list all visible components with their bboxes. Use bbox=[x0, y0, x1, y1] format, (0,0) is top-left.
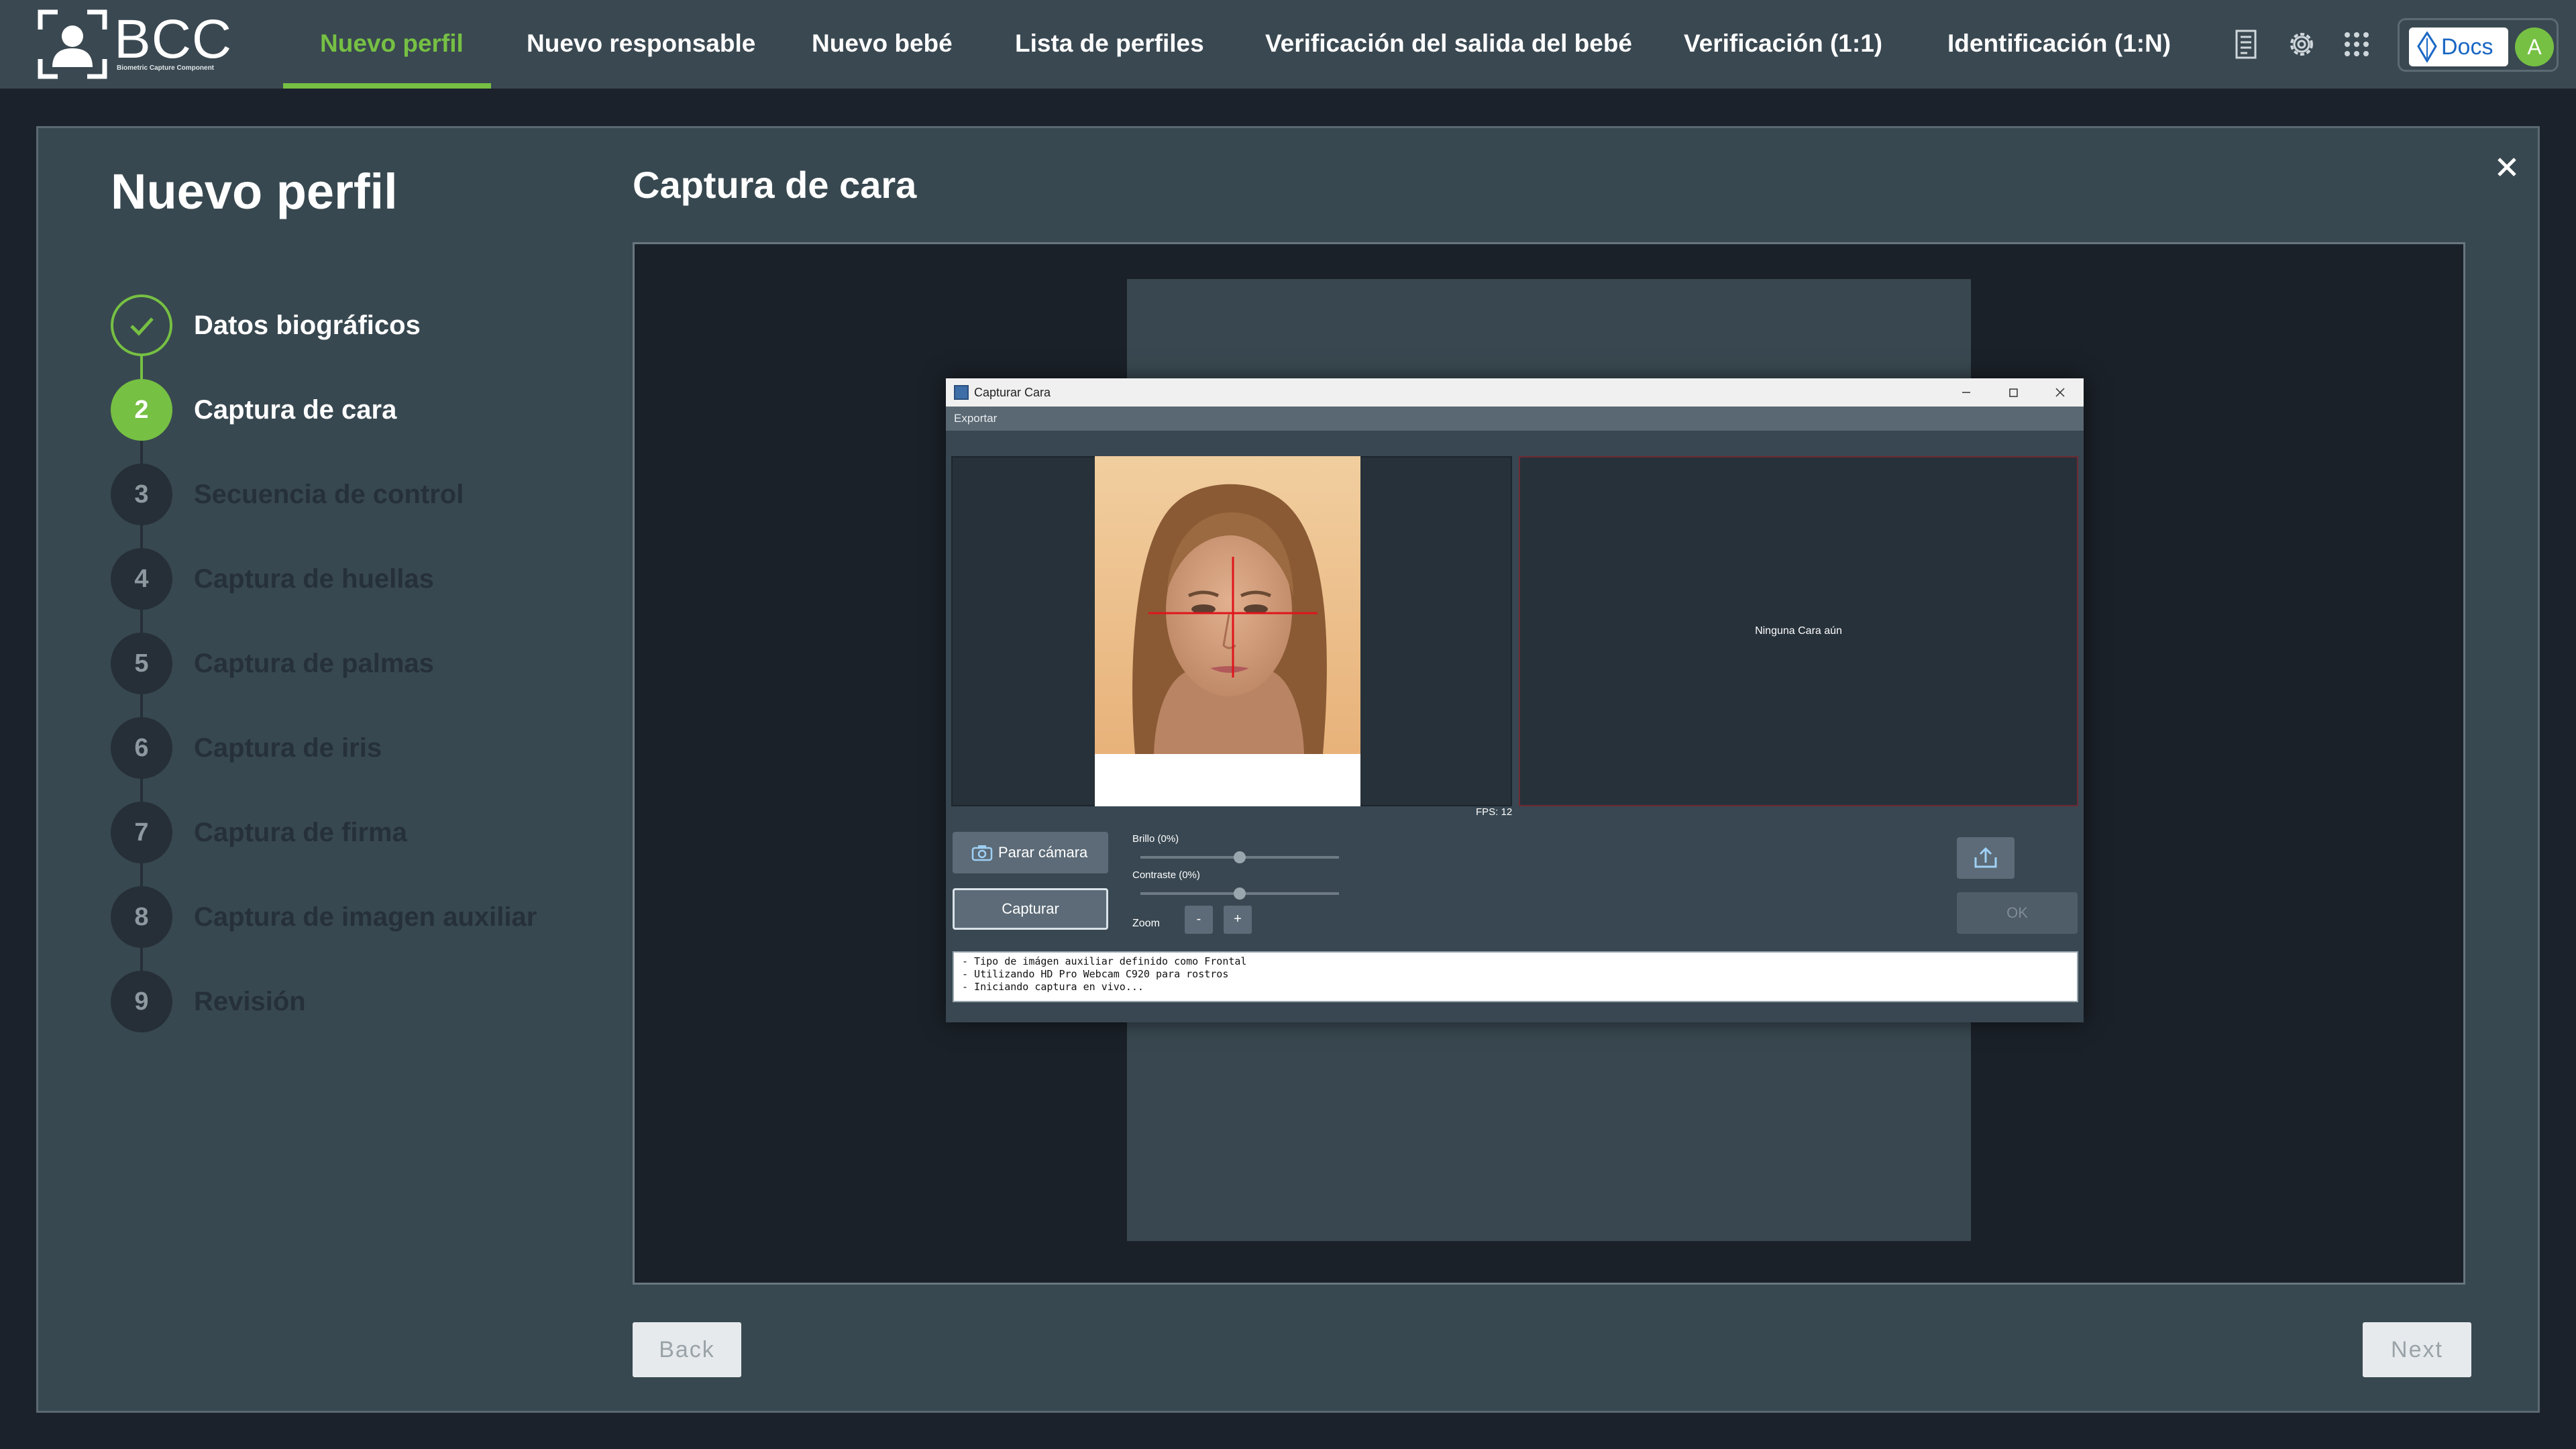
next-button[interactable]: Next bbox=[2363, 1322, 2471, 1377]
window-menubar: Exportar bbox=[946, 407, 2084, 431]
ok-button[interactable]: OK bbox=[1957, 892, 2078, 934]
step-number: 6 bbox=[111, 717, 172, 779]
apps-grid-icon[interactable] bbox=[2339, 27, 2374, 62]
step-label: Secuencia de control bbox=[194, 480, 464, 509]
step-connector bbox=[140, 441, 143, 464]
maximize-icon[interactable] bbox=[1990, 378, 2037, 407]
document-list-icon[interactable] bbox=[2229, 27, 2263, 62]
step-label: Captura de firma bbox=[194, 818, 407, 847]
step-connector bbox=[140, 356, 143, 379]
log-line: - Iniciando captura en vivo... bbox=[962, 981, 1144, 993]
gear-icon[interactable] bbox=[2284, 27, 2319, 62]
camera-icon bbox=[971, 844, 993, 861]
step-label: Revisión bbox=[194, 987, 306, 1016]
nav-lista-de-perfiles[interactable]: Lista de perfiles bbox=[1015, 0, 1204, 89]
step-connector bbox=[140, 694, 143, 717]
zoom-in-button[interactable]: + bbox=[1224, 906, 1252, 934]
top-navigation-bar: BCC Biometric Capture Component Nuevo pe… bbox=[0, 0, 2576, 89]
zoom-out-button[interactable]: - bbox=[1185, 906, 1213, 934]
zoom-label: Zoom bbox=[1132, 918, 1160, 929]
nav-verificacion-1-1[interactable]: Verificación (1:1) bbox=[1684, 0, 1882, 89]
contrast-slider-thumb[interactable] bbox=[1234, 888, 1246, 900]
step-connector bbox=[140, 863, 143, 886]
capture-face-window: Capturar Cara Exportar FPS: 12 Ninguna C… bbox=[946, 378, 2084, 1022]
step-connector bbox=[140, 610, 143, 633]
step-label: Captura de cara bbox=[194, 395, 397, 425]
step-connector bbox=[140, 779, 143, 802]
live-camera-view bbox=[951, 456, 1512, 806]
window-title: Capturar Cara bbox=[974, 386, 1051, 399]
minimize-icon[interactable] bbox=[1943, 378, 1990, 407]
step-label: Captura de huellas bbox=[194, 564, 434, 594]
window-close-icon[interactable] bbox=[2037, 378, 2084, 407]
bcc-logo[interactable]: BCC Biometric Capture Component bbox=[38, 9, 252, 79]
nav-nuevo-bebe[interactable]: Nuevo bebé bbox=[812, 0, 953, 89]
step-number: 3 bbox=[111, 464, 172, 525]
back-button[interactable]: Back bbox=[633, 1322, 741, 1377]
logo-subtitle: Biometric Capture Component bbox=[117, 64, 215, 72]
step-number: 4 bbox=[111, 548, 172, 610]
step-number: 5 bbox=[111, 633, 172, 694]
step-number: 7 bbox=[111, 802, 172, 863]
camera-face-image bbox=[1095, 456, 1360, 806]
log-line: - Utilizando HD Pro Webcam C920 para ros… bbox=[962, 968, 1229, 980]
brightness-slider[interactable] bbox=[1140, 851, 1339, 863]
contrast-slider[interactable] bbox=[1140, 888, 1339, 900]
nav-nuevo-responsable[interactable]: Nuevo responsable bbox=[527, 0, 755, 89]
capture-button[interactable]: Capturar bbox=[953, 888, 1108, 930]
captured-face-result: Ninguna Cara aún bbox=[1519, 456, 2078, 806]
brightness-label: Brillo (0%) bbox=[1132, 833, 1179, 845]
stop-camera-label: Parar cámara bbox=[998, 844, 1088, 861]
profile-frame-icon bbox=[38, 9, 107, 79]
upload-icon bbox=[1974, 847, 1997, 868]
docs-label: Docs bbox=[2441, 34, 2493, 60]
docs-button[interactable]: Docs bbox=[2409, 28, 2508, 66]
menu-exportar[interactable]: Exportar bbox=[954, 407, 997, 431]
contrast-label: Contraste (0%) bbox=[1132, 869, 1200, 881]
docs-user-group: Docs A bbox=[2398, 18, 2559, 72]
capture-log: - Tipo de imágen auxiliar definido como … bbox=[953, 951, 2078, 1002]
no-face-message: Ninguna Cara aún bbox=[1755, 625, 1842, 637]
step-number: 8 bbox=[111, 886, 172, 948]
pen-nib-icon bbox=[2417, 32, 2437, 62]
logo-text: BCC bbox=[114, 9, 233, 70]
nav-nuevo-perfil[interactable]: Nuevo perfil bbox=[320, 0, 464, 89]
section-title: Captura de cara bbox=[633, 164, 917, 206]
step-label: Captura de palmas bbox=[194, 649, 434, 678]
stop-camera-button[interactable]: Parar cámara bbox=[953, 832, 1108, 873]
wizard-title: Nuevo perfil bbox=[111, 164, 398, 219]
brightness-slider-thumb[interactable] bbox=[1234, 851, 1246, 863]
step-label: Captura de imagen auxiliar bbox=[194, 902, 537, 932]
step-number: 2 bbox=[111, 379, 172, 441]
window-titlebar[interactable]: Capturar Cara bbox=[946, 378, 2084, 407]
close-icon[interactable] bbox=[2487, 147, 2527, 187]
nav-verificacion-salida-bebe[interactable]: Verificación del salida del bebé bbox=[1265, 0, 1632, 89]
upload-export-button[interactable] bbox=[1957, 837, 2015, 879]
active-tab-indicator bbox=[283, 83, 491, 89]
step-number: 9 bbox=[111, 971, 172, 1032]
fps-counter: FPS: 12 bbox=[1476, 806, 1513, 818]
step-connector bbox=[140, 525, 143, 548]
step-complete-check-icon bbox=[111, 294, 172, 356]
step-label: Datos biográficos bbox=[194, 311, 421, 340]
log-line: - Tipo de imágen auxiliar definido como … bbox=[962, 955, 1247, 967]
step-connector bbox=[140, 948, 143, 971]
app-window-icon bbox=[954, 385, 969, 400]
avatar[interactable]: A bbox=[2515, 28, 2554, 66]
nav-identificacion-1-n[interactable]: Identificación (1:N) bbox=[1947, 0, 2171, 89]
step-label: Captura de iris bbox=[194, 733, 382, 763]
